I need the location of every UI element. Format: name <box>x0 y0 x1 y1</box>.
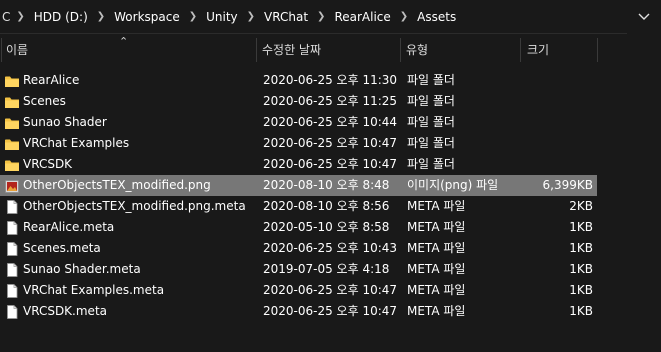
file-name: VRCSDK <box>23 157 73 171</box>
breadcrumb-assets[interactable]: Assets <box>414 10 459 24</box>
column-divider[interactable] <box>400 38 401 62</box>
sort-ascending-icon: ⌃ <box>119 35 129 48</box>
column-header: ⌃ 이름 수정한 날짜 유형 크기 <box>0 34 661 64</box>
file-date: 2020-06-25 오후 10:43 <box>263 241 398 255</box>
column-divider[interactable] <box>520 38 521 62</box>
file-icon <box>5 305 19 319</box>
file-date: 2020-06-25 오후 11:30 <box>263 73 398 87</box>
breadcrumb-separator-icon[interactable]: ❯ <box>10 11 30 22</box>
file-type: META 파일 <box>407 241 466 255</box>
image-file-icon <box>5 179 19 193</box>
address-history-button[interactable] <box>627 0 661 33</box>
file-name: VRChat Examples.meta <box>23 283 165 297</box>
file-date: 2020-08-10 오후 8:48 <box>263 178 390 192</box>
file-type: META 파일 <box>407 220 466 234</box>
breadcrumb-vrchat[interactable]: VRChat <box>261 10 311 24</box>
file-type: META 파일 <box>407 304 466 318</box>
file-name: RearAlice.meta <box>23 220 115 234</box>
column-divider[interactable] <box>1 38 2 62</box>
file-icon <box>5 284 19 298</box>
list-item[interactable]: VRChat Examples 2020-06-25 오후 10:47 파일 폴… <box>0 133 597 154</box>
file-date: 2020-06-25 오후 10:47 <box>263 136 398 150</box>
file-icon <box>5 242 19 256</box>
file-type: META 파일 <box>407 283 466 297</box>
folder-icon <box>5 74 19 87</box>
folder-icon <box>5 95 19 108</box>
file-icon <box>5 200 19 214</box>
folder-icon <box>5 137 19 150</box>
address-edge-text: C <box>2 9 11 24</box>
file-type: 파일 폴더 <box>407 115 455 129</box>
file-name: VRCSDK.meta <box>23 304 107 318</box>
file-date: 2020-06-25 오후 10:47 <box>263 157 398 171</box>
list-item[interactable]: OtherObjectsTEX_modified.png.meta 2020-0… <box>0 196 597 217</box>
breadcrumb-unity[interactable]: Unity <box>203 10 241 24</box>
file-date: 2020-05-10 오후 8:58 <box>263 220 390 234</box>
breadcrumb-separator-icon[interactable]: ❯ <box>91 11 111 22</box>
file-name: Scenes <box>23 94 66 108</box>
column-header-type[interactable]: 유형 <box>406 34 428 64</box>
column-divider[interactable] <box>256 38 257 62</box>
column-header-size[interactable]: 크기 <box>527 34 549 64</box>
file-type: 파일 폴더 <box>407 157 455 171</box>
breadcrumb-rearalice[interactable]: RearAlice <box>331 10 393 24</box>
column-header-name[interactable]: 이름 <box>6 34 28 64</box>
file-size: 1KB <box>569 220 593 234</box>
file-name: VRChat Examples <box>23 136 130 150</box>
column-header-modified[interactable]: 수정한 날짜 <box>262 34 321 64</box>
file-type: 이미지(png) 파일 <box>407 178 499 192</box>
file-type: 파일 폴더 <box>407 73 455 87</box>
list-item[interactable]: VRChat Examples.meta 2020-06-25 오후 10:47… <box>0 280 597 301</box>
file-size: 6,399KB <box>542 178 593 192</box>
file-date: 2020-06-25 오후 11:25 <box>263 94 398 108</box>
chevron-down-icon <box>638 13 650 20</box>
breadcrumb-separator-icon[interactable]: ❯ <box>311 11 331 22</box>
list-item[interactable]: Scenes 2020-06-25 오후 11:25 파일 폴더 <box>0 91 597 112</box>
list-item[interactable]: RearAlice.meta 2020-05-10 오후 8:58 META 파… <box>0 217 597 238</box>
breadcrumb-separator-icon[interactable]: ❯ <box>241 11 261 22</box>
file-date: 2020-06-25 오후 10:44 <box>263 115 398 129</box>
address-bar[interactable]: C ❯ HDD (D:) ❯ Workspace ❯ Unity ❯ VRCha… <box>0 0 627 34</box>
file-type: 파일 폴더 <box>407 94 455 108</box>
file-date: 2020-06-25 오후 10:47 <box>263 304 398 318</box>
file-date: 2020-06-25 오후 10:47 <box>263 283 398 297</box>
breadcrumb-separator-icon[interactable]: ❯ <box>183 11 203 22</box>
right-edge <box>657 34 661 352</box>
file-size: 1KB <box>569 283 593 297</box>
column-divider[interactable] <box>597 38 598 62</box>
breadcrumb-workspace[interactable]: Workspace <box>111 10 183 24</box>
breadcrumb-hdd[interactable]: HDD (D:) <box>31 10 91 24</box>
file-name: OtherObjectsTEX_modified.png <box>23 178 211 192</box>
file-date: 2019-07-05 오후 4:18 <box>263 262 390 276</box>
list-item[interactable]: Scenes.meta 2020-06-25 오후 10:43 META 파일 … <box>0 238 597 259</box>
list-item[interactable]: VRCSDK.meta 2020-06-25 오후 10:47 META 파일 … <box>0 301 597 322</box>
list-item[interactable]: Sunao Shader.meta 2019-07-05 오후 4:18 MET… <box>0 259 597 280</box>
folder-icon <box>5 116 19 129</box>
list-item[interactable]: RearAlice 2020-06-25 오후 11:30 파일 폴더 <box>0 70 597 91</box>
file-name: OtherObjectsTEX_modified.png.meta <box>23 199 246 213</box>
list-item[interactable]: VRCSDK 2020-06-25 오후 10:47 파일 폴더 <box>0 154 597 175</box>
file-type: META 파일 <box>407 262 466 276</box>
file-size: 1KB <box>569 241 593 255</box>
list-item[interactable]: OtherObjectsTEX_modified.png 2020-08-10 … <box>0 175 597 196</box>
file-name: Scenes.meta <box>23 241 101 255</box>
file-date: 2020-08-10 오후 8:56 <box>263 199 390 213</box>
file-name: Sunao Shader.meta <box>23 262 141 276</box>
file-size: 1KB <box>569 262 593 276</box>
file-type: META 파일 <box>407 199 466 213</box>
file-size: 1KB <box>569 304 593 318</box>
file-type: 파일 폴더 <box>407 136 455 150</box>
breadcrumb-separator-icon[interactable]: ❯ <box>394 11 414 22</box>
file-size: 2KB <box>569 199 593 213</box>
file-icon <box>5 263 19 277</box>
folder-icon <box>5 158 19 171</box>
file-icon <box>5 221 19 235</box>
file-name: Sunao Shader <box>23 115 107 129</box>
file-name: RearAlice <box>23 73 80 87</box>
list-item[interactable]: Sunao Shader 2020-06-25 오후 10:44 파일 폴더 <box>0 112 597 133</box>
